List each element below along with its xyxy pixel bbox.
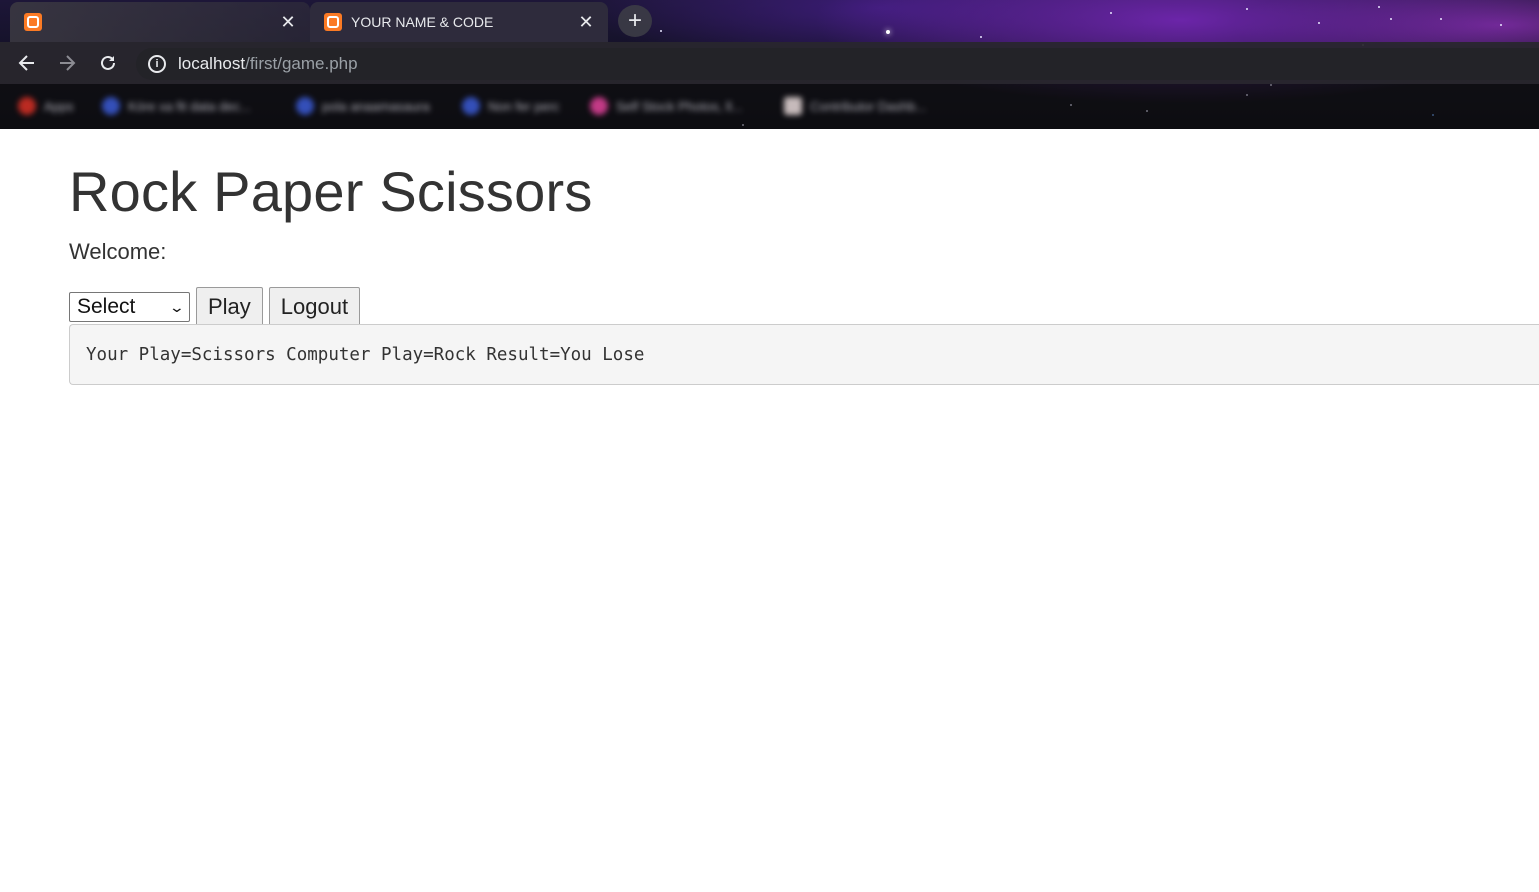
- bookmark-icon: [590, 97, 608, 115]
- play-button[interactable]: Play: [196, 287, 263, 327]
- bookmark-icon: [296, 97, 314, 115]
- play-select[interactable]: Select ⌄: [69, 292, 190, 322]
- logout-button[interactable]: Logout: [268, 287, 361, 327]
- bookmark-item[interactable]: Non fer perc: [462, 97, 560, 115]
- bookmark-icon: [784, 97, 802, 115]
- welcome-text: Welcome:: [69, 239, 167, 264]
- chevron-down-icon: ⌄: [168, 298, 186, 315]
- xampp-icon: [24, 13, 42, 31]
- info-icon[interactable]: i: [148, 55, 166, 73]
- new-tab-button[interactable]: +: [618, 5, 652, 37]
- back-arrow-icon[interactable]: [13, 49, 41, 77]
- bookmarks-bar: Apps Kóre xa fit data dec... pola anaama…: [0, 84, 1539, 128]
- close-icon[interactable]: ✕: [576, 12, 596, 32]
- result-text: Your Play=Scissors Computer Play=Rock Re…: [86, 344, 645, 365]
- bookmark-icon: [462, 97, 480, 115]
- select-value: Select: [77, 295, 136, 318]
- forward-arrow-icon[interactable]: [53, 49, 81, 77]
- tab-title: YOUR NAME & CODE: [351, 14, 494, 30]
- tab-strip: ✕ YOUR NAME & CODE ✕ +: [0, 0, 1539, 42]
- url-text: localhost/first/game.php: [178, 54, 358, 73]
- apps-icon: [18, 97, 36, 115]
- bookmark-item[interactable]: pola anaamasaura: [296, 97, 430, 115]
- game-controls: Select ⌄ Play Logout: [69, 287, 366, 327]
- tab-active[interactable]: YOUR NAME & CODE ✕: [310, 2, 608, 42]
- close-icon[interactable]: ✕: [278, 12, 298, 32]
- browser-toolbar: i localhost/first/game.php: [0, 42, 1539, 84]
- page-content: Rock Paper Scissors Welcome: Select ⌄ Pl…: [0, 129, 1539, 892]
- result-box: Your Play=Scissors Computer Play=Rock Re…: [69, 324, 1539, 385]
- xampp-icon: [324, 13, 342, 31]
- tab-inactive[interactable]: ✕: [10, 2, 310, 42]
- page-title: Rock Paper Scissors: [69, 160, 593, 223]
- bookmark-item[interactable]: Kóre xa fit data dec...: [102, 97, 251, 115]
- bookmark-icon: [102, 97, 120, 115]
- bookmark-item[interactable]: Contributor Dashb...: [784, 97, 926, 115]
- bookmark-item[interactable]: Self Stock Photos, ll...: [590, 97, 742, 115]
- reload-icon[interactable]: [94, 49, 122, 77]
- bookmark-item[interactable]: Apps: [18, 97, 74, 115]
- address-bar[interactable]: i localhost/first/game.php: [136, 48, 1539, 80]
- browser-chrome: ✕ YOUR NAME & CODE ✕ + i localhost/first…: [0, 0, 1539, 129]
